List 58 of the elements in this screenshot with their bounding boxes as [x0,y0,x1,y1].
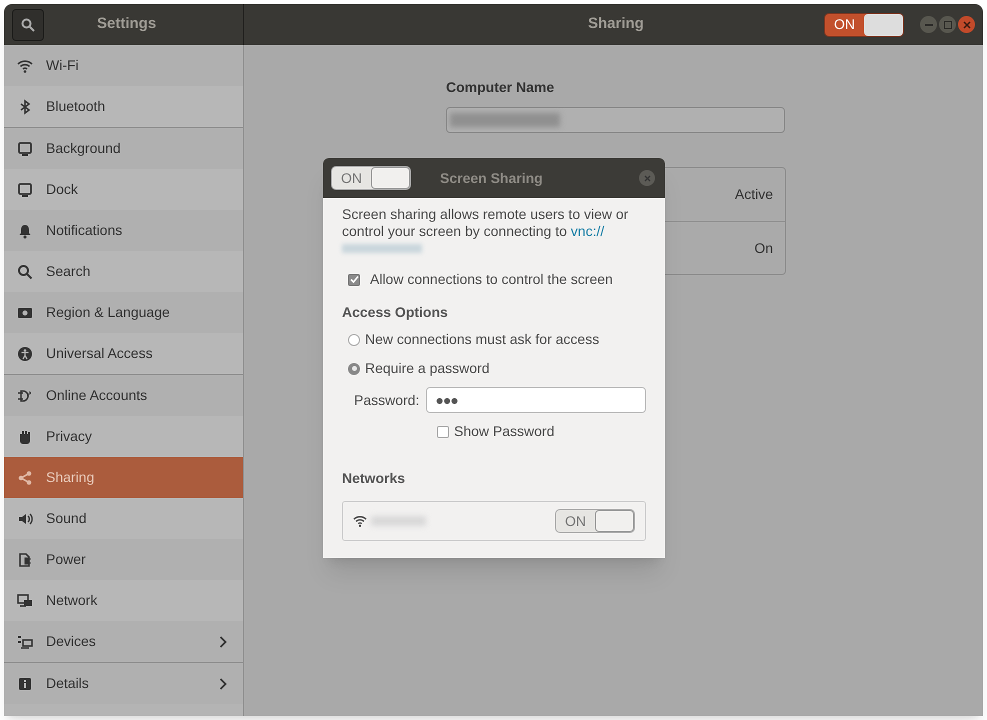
search-button[interactable] [12,8,44,40]
radio-label: New connections must ask for access [365,330,600,349]
radio-label: Require a password [365,359,490,378]
section-heading: Access Options [342,303,449,322]
bell-icon [17,222,33,238]
password-field[interactable]: ●●● [426,387,646,413]
description-text: Screen sharing allows remote users to view or control your screen by connecting to vnc:// [342,206,630,240]
sidebar-item[interactable]: Notifications [4,210,243,251]
minimize-button[interactable] [920,16,937,33]
checkbox-label: Show Password [454,422,554,441]
toggle-switch[interactable]: ON [824,12,904,36]
sidebar-item[interactable]: Online Accounts [4,375,243,416]
radio-button[interactable] [348,334,360,346]
battery-plug-icon [17,552,33,568]
search-icon [21,18,35,32]
monitor-icon [17,182,33,198]
sidebar-title: Settings [97,14,156,34]
monitor-icon [17,140,33,156]
sidebar-item[interactable]: Devices [4,621,243,662]
dialog-title: Screen Sharing [440,168,543,188]
checkbox-label: Allow connections to control the screen [370,270,613,289]
sidebar-item[interactable]: Region & Language [4,292,243,333]
section-heading: Computer Name [446,78,556,95]
sidebar-item[interactable]: Details [4,663,243,704]
sidebar-item[interactable]: Power [4,539,243,580]
computer-name-field[interactable] [446,107,785,133]
close-icon [644,174,650,182]
sidebar-item[interactable]: Wi-Fi [4,45,243,86]
sidebar-item[interactable]: Background [4,128,243,169]
hand-icon [17,428,33,444]
checkbox[interactable] [348,274,360,286]
network-icon [17,592,33,608]
chevron-icon [219,636,227,648]
vnc-link[interactable]: vnc:// [570,223,604,239]
toggle-switch[interactable]: ON [331,166,411,190]
maximize-button[interactable] [939,16,956,33]
wifi-icon [353,514,367,528]
section-heading: Networks [342,469,406,488]
close-button[interactable] [958,16,975,33]
checkbox[interactable] [437,426,449,438]
chevron-icon [219,678,227,690]
devices-icon [17,634,33,650]
toggle-switch[interactable]: ON [555,509,635,533]
search-icon [17,264,33,280]
plug-icon [17,388,33,404]
window-title: Sharing [588,14,644,34]
status-text: Active [734,185,773,204]
password-label: Password: [354,390,420,410]
radio-button[interactable] [348,362,360,374]
share-icon [17,470,33,486]
sidebar-item[interactable]: Sharing [4,457,243,498]
speaker-icon [17,510,33,526]
info-icon [17,676,33,692]
dialog-close-button[interactable] [639,170,655,186]
wifi-icon [17,58,33,74]
status-text: On [754,238,773,258]
person-icon [17,346,33,362]
close-icon [962,20,970,28]
